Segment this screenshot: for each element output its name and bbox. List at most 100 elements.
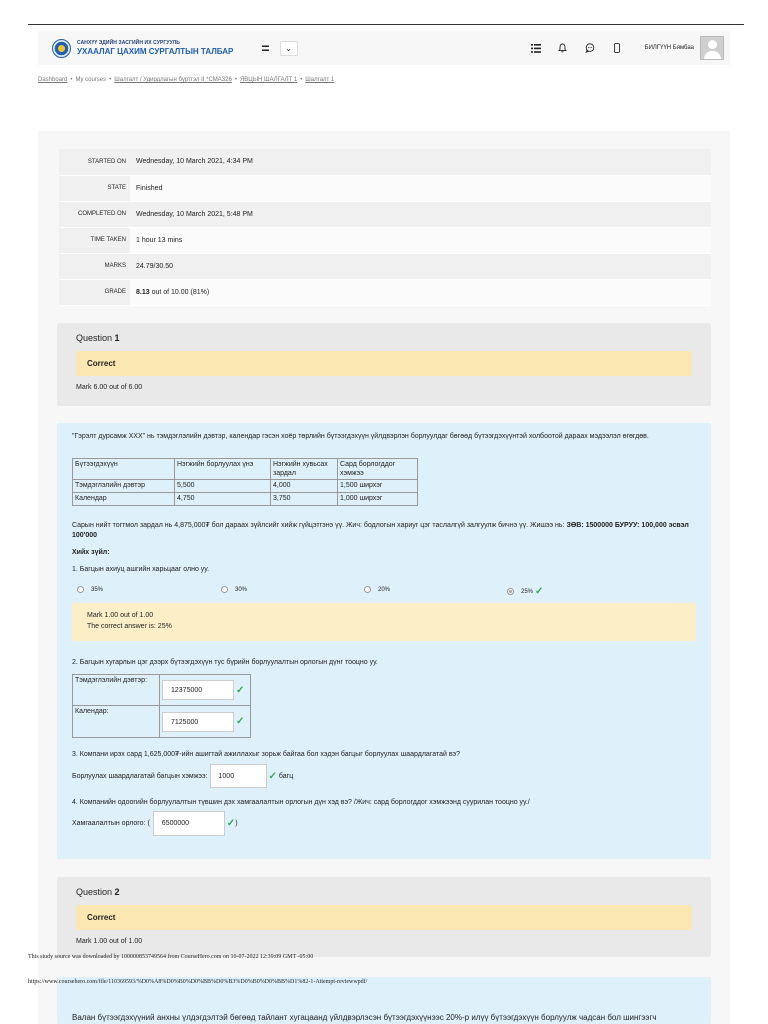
- summary-value: 24.79/30.50: [130, 253, 711, 280]
- breadcrumb-section[interactable]: ЯВЦЫН ШАЛГАЛТ 1: [240, 77, 297, 83]
- navbar: САНХҮҮ ЭДИЙН ЗАСГИЙН ИХ СУРГУУЛЬ УХААЛАГ…: [38, 31, 730, 65]
- breadcrumb-separator: •: [300, 77, 303, 83]
- answer-label: Борлуулах шаардлагатай багцын хэмжээ:: [72, 772, 208, 780]
- summary-value: Wednesday, 10 March 2021, 5:48 PM: [130, 201, 711, 228]
- nav-right: БИЛГҮҮН Бямбаа: [515, 36, 730, 60]
- option-30[interactable]: 30%: [221, 586, 247, 593]
- option-20[interactable]: 20%: [364, 586, 390, 593]
- note-text: Сарын нийт тогтмол зардал нь 4,875,000₮ …: [72, 522, 567, 529]
- answer-row: Тэмдэглэлийн дэвтэр: 12375000 ✓: [73, 675, 250, 706]
- table-cell: 5,500: [174, 479, 271, 493]
- option-25[interactable]: 25% ✓: [507, 586, 543, 597]
- messages-icon[interactable]: [584, 42, 596, 54]
- summary-label: STARTED ON: [59, 149, 130, 176]
- radio-button[interactable]: [221, 586, 228, 593]
- question-note: Сарын нийт тогтмол зардал нь 4,875,000₮ …: [72, 521, 702, 541]
- subquestion-2: 2. Багцын хугарлын цэг дээрх бүтээгдэхүү…: [72, 659, 378, 666]
- table-row: Тэмдэглэлийн дэвтэр 5,500 4,000 1,500 ши…: [72, 479, 418, 493]
- check-icon: ✓: [226, 818, 236, 829]
- subquestion-2-answers: Тэмдэглэлийн дэвтэр: 12375000 ✓ Календар:…: [72, 674, 251, 738]
- summary-row: GRADE 8.13 out of 10.00 (81%): [59, 279, 711, 306]
- bell-icon[interactable]: [557, 42, 569, 54]
- summary-row: TIME TAKEN 1 hour 13 mins: [59, 227, 711, 254]
- question-title: Question 2: [76, 887, 711, 897]
- summary-row: STATE Finished: [59, 175, 711, 202]
- feedback-answer: The correct answer is: 25%: [87, 623, 172, 630]
- download-watermark: This study source was downloaded by 1000…: [28, 954, 314, 960]
- attempt-summary-table: STARTED ON Wednesday, 10 March 2021, 4:34…: [59, 149, 711, 306]
- summary-label: TIME TAKEN: [59, 227, 130, 254]
- user-avatar[interactable]: [700, 36, 724, 60]
- radio-button[interactable]: [364, 586, 371, 593]
- breadcrumb-dashboard[interactable]: Dashboard: [38, 77, 67, 83]
- table-cell: 4,750: [174, 492, 271, 506]
- breadcrumb-separator: •: [70, 77, 73, 83]
- check-icon: ✓: [268, 770, 277, 782]
- summary-label: GRADE: [59, 279, 130, 306]
- answer-input[interactable]: 1000: [209, 764, 267, 788]
- check-icon: ✓: [535, 586, 544, 597]
- list-icon[interactable]: [530, 42, 542, 54]
- table-cell: 4,000: [270, 479, 338, 493]
- answer-input[interactable]: 7125000: [162, 711, 234, 732]
- answer-cell: 7125000 ✓: [160, 706, 250, 737]
- summary-label: COMPLETED ON: [59, 201, 130, 228]
- university-emblem-icon: [52, 38, 71, 58]
- question-title: Question 1: [76, 333, 711, 343]
- logo-line1: САНХҮҮ ЭДИЙН ЗАСГИЙН ИХ СУРГУУЛЬ: [77, 39, 180, 46]
- table-cell: 3,750: [270, 492, 338, 506]
- breadcrumb-quiz[interactable]: Шалгалт 1: [305, 77, 334, 83]
- summary-row: MARKS 24.79/30.50: [59, 253, 711, 280]
- question-number: 1: [114, 333, 120, 343]
- option-label: 20%: [378, 586, 391, 593]
- summary-row: COMPLETED ON Wednesday, 10 March 2021, 5:…: [59, 201, 711, 228]
- table-header-cell: Нэгжийн хувьсах зардал: [270, 458, 338, 480]
- grade-value: 8.13: [136, 288, 150, 296]
- summary-label: STATE: [59, 175, 130, 202]
- answer-input[interactable]: 12375000: [162, 680, 234, 700]
- table-cell: 1,000 ширхэг: [337, 492, 418, 506]
- option-35[interactable]: 35%: [77, 586, 103, 593]
- subquestion-3: 3. Компани ирэх сард 1,625,000₮-ийн ашиг…: [72, 751, 461, 758]
- subquestion-4-answer: Хамгаалалтын орлого: ( 6500000 ✓ ): [72, 811, 238, 836]
- product-data-table: Бүтээгдэхүүн Нэгжийн борлуулах үнэ Нэгжи…: [72, 458, 418, 506]
- answer-label: Календар:: [73, 706, 160, 737]
- question-prompt: "Гэрэлт дурсамж XXX" нь тэмдэглэлийн дэв…: [72, 433, 649, 440]
- chevron-down-icon: ⌄: [285, 43, 292, 53]
- table-row: Календар 4,750 3,750 1,000 ширхэг: [72, 492, 418, 506]
- summary-label: MARKS: [59, 253, 130, 280]
- summary-row: STARTED ON Wednesday, 10 March 2021, 4:34…: [59, 149, 711, 176]
- answer-label: Тэмдэглэлийн дэвтэр:: [73, 675, 160, 705]
- question-mark: Mark 1.00 out of 1.00: [76, 938, 143, 945]
- nav-dropdown-button[interactable]: ⌄: [279, 40, 298, 56]
- breadcrumb: Dashboard • My courses • Шалгалт / Удирдлагы…: [38, 77, 334, 83]
- option-label: 35%: [91, 586, 104, 593]
- site-logo[interactable]: САНХҮҮ ЭДИЙН ЗАСГИЙН ИХ СУРГУУЛЬ УХААЛАГ…: [52, 38, 233, 58]
- source-url-watermark: https://www.coursehero.com/file/11036959…: [28, 979, 368, 985]
- instructions-heading: Хийх зүйл:: [72, 549, 110, 556]
- subquestion-1: 1. Багцын ахиуц ашгийн харьцааг олно уу.: [72, 566, 210, 573]
- question-title-prefix: Question: [76, 887, 115, 897]
- phone-icon[interactable]: [611, 42, 623, 54]
- check-icon: ✓: [236, 684, 245, 696]
- radio-button-selected[interactable]: [507, 588, 514, 595]
- table-header-cell: Нэгжийн борлуулах үнэ: [174, 458, 271, 480]
- breadcrumb-course[interactable]: Шалгалт / Удирдлагын бүртгэл II *CMA326: [114, 77, 232, 83]
- summary-value: Finished: [130, 175, 711, 202]
- top-rule: [28, 24, 744, 25]
- radio-button[interactable]: [77, 586, 84, 593]
- feedback-mark: Mark 1.00 out of 1.00: [87, 612, 154, 619]
- breadcrumb-my-courses[interactable]: My courses: [75, 77, 106, 83]
- answer-input[interactable]: 6500000: [152, 811, 225, 836]
- answer-row: Календар: 7125000 ✓: [73, 706, 250, 737]
- user-name[interactable]: БИЛГҮҮН Бямбаа: [645, 45, 694, 51]
- summary-value: 1 hour 13 mins: [130, 227, 711, 254]
- table-cell: 1,500 ширхэг: [337, 479, 418, 493]
- question-2-info: Question 2 Correct Mark 1.00 out of 1.00: [57, 877, 711, 957]
- menu-toggle-button[interactable]: =: [261, 40, 269, 56]
- option-label: 25%: [521, 588, 534, 595]
- logo-text: САНХҮҮ ЭДИЙН ЗАСГИЙН ИХ СУРГУУЛЬ УХААЛАГ…: [77, 39, 233, 56]
- answer-options: 35% 30% 20% 25% ✓: [77, 586, 687, 598]
- main-region: STARTED ON Wednesday, 10 March 2021, 4:34…: [38, 131, 730, 1024]
- question-1-content: "Гэрэлт дурсамж XXX" нь тэмдэглэлийн дэв…: [57, 423, 711, 859]
